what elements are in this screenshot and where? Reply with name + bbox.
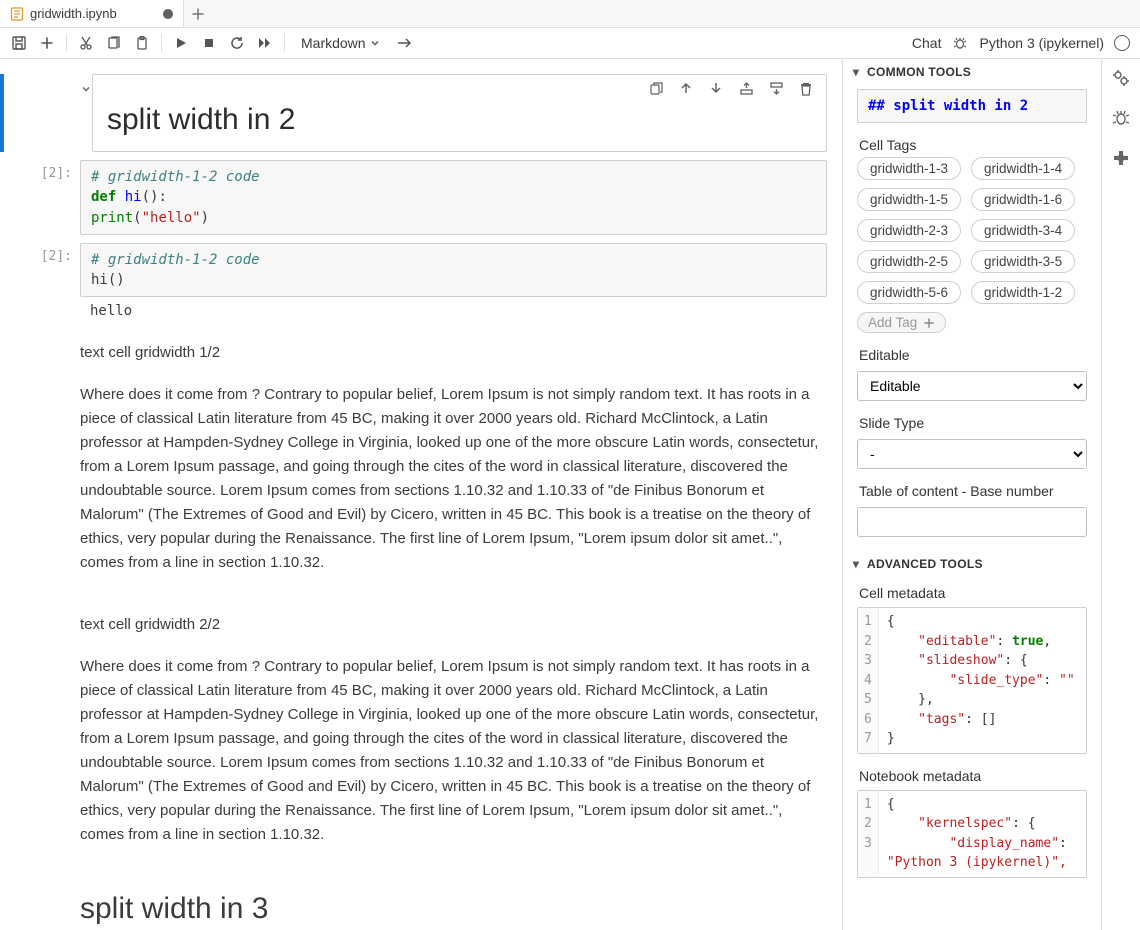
- active-cell-preview: ## split width in 2: [857, 89, 1087, 123]
- cell-toolbar: [93, 75, 826, 101]
- insert-below-icon[interactable]: [768, 80, 784, 96]
- bug-icon[interactable]: [951, 34, 969, 52]
- insert-cell-button[interactable]: [38, 34, 56, 52]
- editable-label: Editable: [859, 347, 1087, 363]
- text-body: Where does it come from ? Contrary to po…: [80, 383, 827, 575]
- tag[interactable]: gridwidth-1-6: [971, 188, 1075, 211]
- nbmeta-label: Notebook metadata: [859, 768, 1087, 784]
- editable-select[interactable]: Editable: [857, 371, 1087, 401]
- cell-code-1[interactable]: [2]: # gridwidth-1-2 codedef hi(): print…: [0, 160, 827, 235]
- tag[interactable]: gridwidth-5-6: [857, 281, 961, 304]
- code-editor[interactable]: # gridwidth-1-2 codedef hi(): print("hel…: [80, 160, 827, 235]
- cell-markdown-header2[interactable]: split width in 3: [0, 873, 827, 930]
- tag[interactable]: gridwidth-3-4: [971, 219, 1075, 242]
- tag[interactable]: gridwidth-3-5: [971, 250, 1075, 273]
- new-tab-button[interactable]: [184, 0, 212, 27]
- markdown-heading[interactable]: split width in 2: [93, 101, 826, 151]
- advanced-tools-header[interactable]: ▾ ADVANCED TOOLS: [843, 551, 1101, 577]
- cell-tags: gridwidth-1-3 gridwidth-1-4 gridwidth-1-…: [857, 157, 1087, 333]
- toc-label: Table of content - Base number: [859, 483, 1087, 499]
- cell-code-2[interactable]: [2]: # gridwidth-1-2 codehi() hello: [0, 243, 827, 322]
- collapse-toggle[interactable]: [80, 74, 92, 152]
- cell-output: hello: [80, 297, 827, 321]
- text-body: Where does it come from ? Contrary to po…: [80, 655, 827, 847]
- tab-title: gridwidth.ipynb: [30, 6, 117, 21]
- move-down-icon[interactable]: [708, 80, 724, 96]
- right-rail: [1102, 59, 1140, 930]
- render-button[interactable]: [396, 34, 414, 52]
- tag[interactable]: gridwidth-2-3: [857, 219, 961, 242]
- run-all-button[interactable]: [256, 34, 274, 52]
- debugger-icon[interactable]: [1110, 107, 1132, 129]
- copy-button[interactable]: [105, 34, 123, 52]
- chevron-down-icon: [370, 38, 380, 48]
- tag[interactable]: gridwidth-2-5: [857, 250, 961, 273]
- cell-metadata-editor[interactable]: 1234567 { "editable": true, "slideshow":…: [857, 607, 1087, 754]
- notebook-toolbar: Markdown Chat Python 3 (ipykernel): [0, 28, 1140, 59]
- property-inspector-icon[interactable]: [1110, 67, 1132, 89]
- cellmeta-label: Cell metadata: [859, 585, 1087, 601]
- cell-markdown-text2[interactable]: text cell gridwidth 2/2 Where does it co…: [0, 601, 827, 865]
- notebook-icon: [10, 7, 24, 21]
- tag[interactable]: gridwidth-1-3: [857, 157, 961, 180]
- tag[interactable]: gridwidth-1-4: [971, 157, 1075, 180]
- caret-down-icon: ▾: [851, 557, 861, 571]
- celltype-label: Markdown: [301, 35, 366, 51]
- notebook-metadata-editor[interactable]: 123 { "kernelspec": { "display_name": "P…: [857, 790, 1087, 878]
- cell-markdown-text1[interactable]: text cell gridwidth 1/2 Where does it co…: [0, 329, 827, 593]
- extensions-icon[interactable]: [1110, 147, 1132, 169]
- prompt: [2]:: [14, 160, 80, 235]
- chat-label[interactable]: Chat: [912, 35, 942, 51]
- add-tag-button[interactable]: Add Tag: [857, 312, 946, 333]
- markdown-heading: split width in 3: [80, 885, 827, 930]
- tab-bar: gridwidth.ipynb: [0, 0, 1140, 28]
- common-tools-header[interactable]: ▾ COMMON TOOLS: [843, 59, 1101, 85]
- delete-icon[interactable]: [798, 80, 814, 96]
- save-button[interactable]: [10, 34, 28, 52]
- stop-button[interactable]: [200, 34, 218, 52]
- cell-markdown-header[interactable]: split width in 2: [0, 74, 827, 152]
- prompt: [2]:: [14, 243, 80, 322]
- run-button[interactable]: [172, 34, 190, 52]
- cell-tags-label: Cell Tags: [859, 137, 1087, 153]
- slidetype-label: Slide Type: [859, 415, 1087, 431]
- duplicate-icon[interactable]: [648, 80, 664, 96]
- toc-base-input[interactable]: [857, 507, 1087, 537]
- kernel-status-icon[interactable]: [1114, 35, 1130, 51]
- kernel-name[interactable]: Python 3 (ipykernel): [979, 35, 1104, 51]
- notebook-area: split width in 2 [2]: # gridwidth-1-2 co…: [0, 59, 843, 930]
- property-inspector: ▾ COMMON TOOLS ## split width in 2 Cell …: [843, 59, 1102, 930]
- plus-icon: [923, 317, 935, 329]
- dirty-indicator-icon: [163, 9, 173, 19]
- text-title: text cell gridwidth 2/2: [80, 613, 827, 637]
- file-tab[interactable]: gridwidth.ipynb: [0, 0, 184, 27]
- code-editor[interactable]: # gridwidth-1-2 codehi(): [80, 243, 827, 298]
- move-up-icon[interactable]: [678, 80, 694, 96]
- cut-button[interactable]: [77, 34, 95, 52]
- insert-above-icon[interactable]: [738, 80, 754, 96]
- tag[interactable]: gridwidth-1-5: [857, 188, 961, 211]
- tag[interactable]: gridwidth-1-2: [971, 281, 1075, 304]
- restart-button[interactable]: [228, 34, 246, 52]
- caret-down-icon: ▾: [851, 65, 861, 79]
- celltype-select[interactable]: Markdown: [295, 35, 386, 51]
- slidetype-select[interactable]: -: [857, 439, 1087, 469]
- text-title: text cell gridwidth 1/2: [80, 341, 827, 365]
- paste-button[interactable]: [133, 34, 151, 52]
